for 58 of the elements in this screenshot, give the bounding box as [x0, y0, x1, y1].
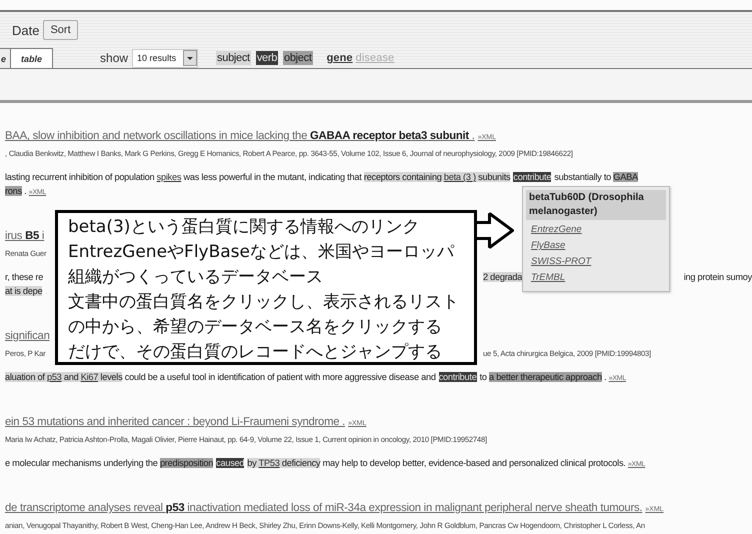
snippet-text: could be a useful tool in identification of patient with more aggressive disease and: [124, 372, 436, 382]
subject-phrase: 2 degrada: [483, 272, 522, 282]
annotation-text: の中から、希望のデータベース名をクリックする: [68, 316, 442, 339]
view-tab[interactable]: table: [10, 48, 54, 68]
subject-phrase: and: [62, 372, 81, 382]
subject-phrase: receptors containing: [364, 172, 444, 182]
result-title-link[interactable]: irus B5 i: [5, 230, 44, 242]
snippet-text: e molecular mechanisms underlying the: [5, 458, 159, 468]
verb-phrase: contribute: [513, 172, 552, 182]
snippet-text: ing protein sumoy: [684, 272, 752, 282]
result-title-link[interactable]: ein 53 mutations and inherited cancer : beyond Li-Fraumeni syndrome .: [5, 416, 346, 428]
snippet-text: substantially to: [554, 172, 612, 182]
results-select[interactable]: 10 results: [132, 48, 198, 68]
object-phrase: rons: [5, 186, 22, 196]
show-label: show: [100, 51, 128, 65]
protein-link[interactable]: p53: [46, 372, 62, 382]
annotation-text: 文書中の蛋白質名をクリックし、表示されるリスト: [68, 291, 459, 314]
protein-link[interactable]: TP53: [258, 458, 280, 468]
verb-phrase: caused: [216, 458, 244, 468]
protein-link[interactable]: spikes: [156, 172, 182, 182]
snippet-text: .: [603, 372, 608, 382]
object-phrase: predisposition: [160, 458, 214, 468]
result-title-link[interactable]: de transcriptome analyses reveal p53 inactivation mediated loss of miR-34a expression in malignant peripheral nerve sheath tumours.: [5, 502, 642, 514]
database-link[interactable]: TrEMBL: [531, 270, 566, 286]
verb-phrase: contribute: [438, 372, 477, 382]
role-legend-tag[interactable]: object: [283, 51, 313, 65]
snippet-text: to: [480, 372, 488, 382]
database-link[interactable]: SWISS-PROT: [531, 254, 592, 270]
annotation-text: だけで、その蛋白質のレコードへとジャンプする: [68, 341, 442, 364]
subject-phrase: levels: [98, 372, 122, 382]
sort-label: Date: [12, 22, 40, 38]
annotation-text: beta(3)という蛋白質に関する情報へのリンク: [68, 216, 420, 239]
sort-button[interactable]: Sort: [43, 20, 78, 40]
view-tab[interactable]: e: [0, 48, 12, 68]
protein-link[interactable]: Ki67: [80, 372, 98, 382]
snippet-text: was less powerful in the mutant, indicating that: [182, 172, 363, 182]
snippet-text: .: [23, 186, 28, 196]
object-phrase: GABA: [613, 172, 638, 182]
protein-link[interactable]: beta (3 ): [444, 172, 476, 182]
result-title-link[interactable]: BAA, slow inhibition and network oscillations in mice lacking the GABAA receptor beta3 subunit .: [5, 130, 475, 142]
role-legend-tag[interactable]: verb: [256, 51, 278, 65]
result-title-link[interactable]: significan: [5, 330, 50, 342]
object-phrase: a better therapeutic approach: [489, 372, 602, 382]
subject-phrase: at is depe: [5, 286, 42, 296]
subject-phrase: deficiency: [280, 458, 320, 468]
term-toggle-link[interactable]: gene: [326, 52, 353, 64]
annotation-text: EntrezGeneやFlyBaseなどは、米国やヨーロッパ: [68, 241, 454, 264]
popup-title: betaTub60D (Drosophila melanogaster): [526, 190, 666, 220]
subject-phrase: subunits: [476, 172, 510, 182]
database-link[interactable]: FlyBase: [531, 238, 566, 254]
database-link[interactable]: EntrezGene: [531, 222, 582, 238]
snippet-text: lasting recurrent inhibition of population: [5, 172, 156, 182]
annotation-text: 組織がつくっているデータベース: [68, 266, 323, 289]
subject-phrase: aluation of: [5, 372, 47, 382]
subject-phrase: by: [247, 458, 259, 468]
snippet-text: r, these re: [5, 272, 44, 282]
role-legend-tag[interactable]: subject: [216, 51, 251, 65]
snippet-text: may help to develop better, evidence-based and personalized clinical protocols.: [322, 458, 627, 468]
